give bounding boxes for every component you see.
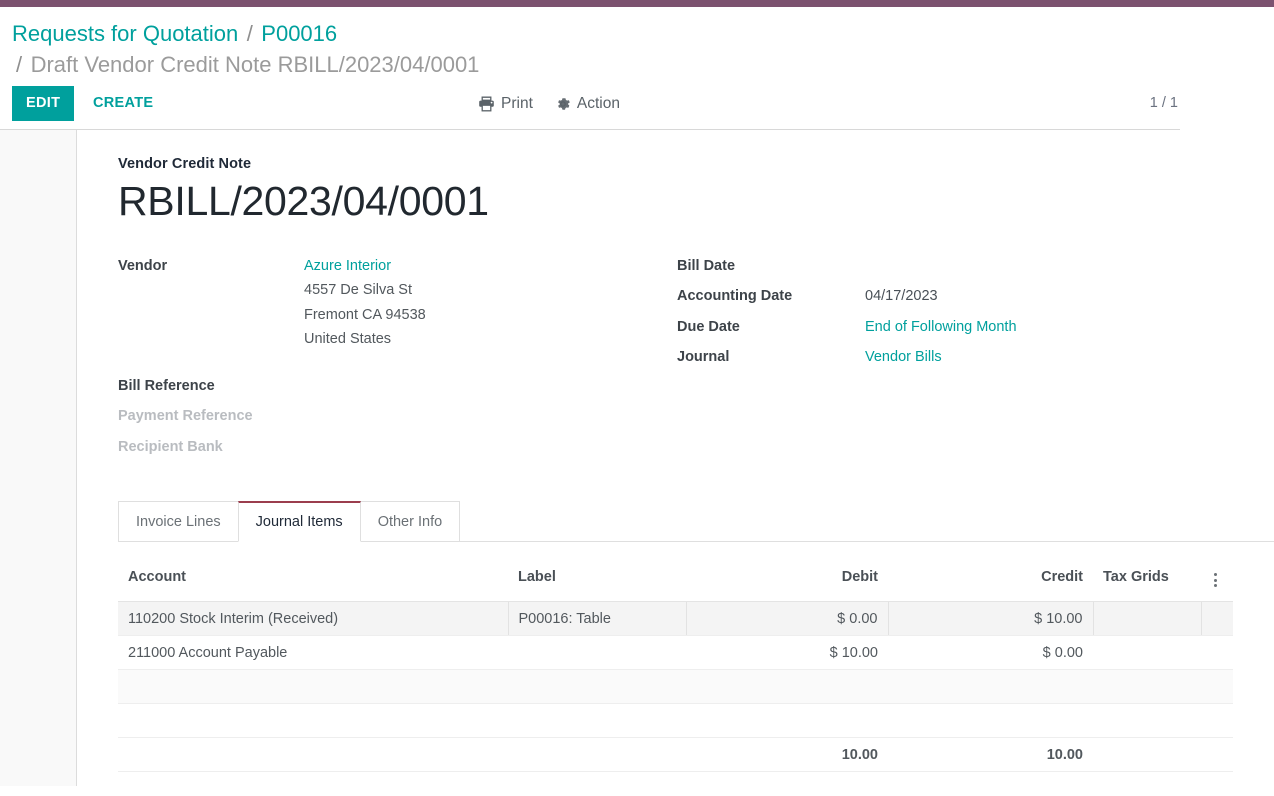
field-recipient-bank: Recipient Bank	[118, 435, 677, 460]
edit-button[interactable]: EDIT	[12, 86, 74, 121]
field-bill-date-label: Bill Date	[677, 254, 865, 279]
cell-debit[interactable]: $ 10.00	[686, 636, 888, 670]
print-button-label: Print	[501, 95, 533, 113]
table-totals-row: 10.00 10.00	[118, 738, 1233, 772]
record-pager[interactable]: 1 / 1	[1150, 86, 1180, 121]
breadcrumb-line-2: / Draft Vendor Credit Note RBILL/2023/04…	[12, 49, 1274, 80]
gear-icon	[555, 96, 571, 112]
cell-tax-grids[interactable]	[1093, 602, 1201, 636]
field-bill-reference-label: Bill Reference	[118, 374, 304, 399]
app-body: Vendor Credit Note RBILL/2023/04/0001 Ve…	[0, 130, 1274, 786]
page-title: RBILL/2023/04/0001	[118, 178, 1274, 225]
field-accounting-date-value[interactable]: 04/17/2023	[865, 284, 938, 309]
table-spacer-row	[118, 704, 1233, 738]
field-vendor-value-group: Azure Interior 4557 De Silva St Fremont …	[304, 254, 426, 352]
breadcrumb-root-link[interactable]: Requests for Quotation	[12, 21, 238, 46]
cell-label[interactable]: P00016: Table	[508, 602, 686, 636]
cell-spacer	[1201, 602, 1233, 636]
cell-debit[interactable]: $ 0.00	[686, 602, 888, 636]
field-due-date-label: Due Date	[677, 315, 865, 340]
action-button-label: Action	[577, 95, 620, 113]
optional-columns-header	[1201, 558, 1233, 602]
breadcrumb-parent-link[interactable]: P00016	[261, 21, 337, 46]
tab-invoice-lines[interactable]: Invoice Lines	[118, 501, 239, 542]
field-vendor: Vendor Azure Interior 4557 De Silva St F…	[118, 254, 677, 352]
notebook: Invoice Lines Journal Items Other Info A…	[118, 501, 1274, 772]
control-panel-buttons: EDIT CREATE Print	[0, 86, 1180, 130]
journal-items-body: 110200 Stock Interim (Received) P00016: …	[118, 602, 1233, 772]
vendor-address-line-3: United States	[304, 327, 426, 352]
breadcrumb-separator-1: /	[243, 21, 257, 46]
notebook-tabs: Invoice Lines Journal Items Other Info	[118, 501, 1274, 542]
table-empty-row	[118, 670, 1233, 704]
control-panel: Requests for Quotation / P00016 / Draft …	[0, 7, 1274, 130]
field-journal: Journal Vendor Bills	[677, 345, 1197, 370]
total-credit: 10.00	[888, 738, 1093, 772]
control-panel-actions: Print Action	[478, 86, 620, 121]
column-header-account[interactable]: Account	[118, 558, 508, 602]
field-bill-reference: Bill Reference	[118, 374, 677, 399]
total-debit: 10.00	[686, 738, 888, 772]
breadcrumb-separator-2: /	[12, 52, 26, 77]
breadcrumb-current-record: Draft Vendor Credit Note RBILL/2023/04/0…	[31, 52, 480, 77]
cell-tax-grids[interactable]	[1093, 636, 1201, 670]
printer-icon	[478, 96, 495, 112]
column-header-tax-grids[interactable]: Tax Grids	[1093, 558, 1201, 602]
app-top-bar	[0, 0, 1274, 7]
kebab-menu-icon[interactable]	[1211, 571, 1220, 589]
vendor-address-line-1: 4557 De Silva St	[304, 278, 426, 303]
field-due-date: Due Date End of Following Month	[677, 315, 1197, 340]
form-column-right: Bill Date Accounting Date 04/17/2023 Due…	[677, 254, 1197, 466]
form-sheet: Vendor Credit Note RBILL/2023/04/0001 Ve…	[77, 130, 1274, 786]
cell-account[interactable]: 110200 Stock Interim (Received)	[118, 602, 508, 636]
column-header-debit[interactable]: Debit	[686, 558, 888, 602]
tab-journal-items[interactable]: Journal Items	[238, 501, 361, 542]
field-payment-reference-label: Payment Reference	[118, 404, 304, 429]
field-vendor-value[interactable]: Azure Interior	[304, 254, 426, 279]
field-payment-reference: Payment Reference	[118, 404, 677, 429]
table-header-row: Account Label Debit Credit Tax Grids	[118, 558, 1233, 602]
journal-items-table: Account Label Debit Credit Tax Grids 110…	[118, 558, 1233, 772]
vendor-address-line-2: Fremont CA 94538	[304, 303, 426, 328]
field-accounting-date-label: Accounting Date	[677, 284, 865, 309]
field-bill-date: Bill Date	[677, 254, 1197, 279]
field-accounting-date: Accounting Date 04/17/2023	[677, 284, 1197, 309]
form-column-left: Vendor Azure Interior 4557 De Silva St F…	[118, 254, 677, 466]
cell-spacer	[1201, 636, 1233, 670]
breadcrumb-line-1: Requests for Quotation / P00016	[12, 18, 1274, 49]
tab-other-info[interactable]: Other Info	[360, 501, 460, 542]
field-recipient-bank-label: Recipient Bank	[118, 435, 304, 460]
form-fields: Vendor Azure Interior 4557 De Silva St F…	[118, 254, 1274, 466]
action-button[interactable]: Action	[555, 95, 620, 113]
field-journal-label: Journal	[677, 345, 865, 370]
column-header-label[interactable]: Label	[508, 558, 686, 602]
cell-credit[interactable]: $ 10.00	[888, 602, 1093, 636]
cell-credit[interactable]: $ 0.00	[888, 636, 1093, 670]
create-button[interactable]: CREATE	[83, 86, 163, 121]
form-subtitle: Vendor Credit Note	[118, 156, 1274, 172]
left-gutter	[0, 130, 77, 786]
field-due-date-value[interactable]: End of Following Month	[865, 315, 1017, 340]
field-journal-value[interactable]: Vendor Bills	[865, 345, 942, 370]
table-row[interactable]: 110200 Stock Interim (Received) P00016: …	[118, 602, 1233, 636]
breadcrumb: Requests for Quotation / P00016 / Draft …	[0, 7, 1274, 80]
field-vendor-label: Vendor	[118, 254, 304, 279]
cell-label[interactable]	[508, 636, 686, 670]
cell-account[interactable]: 211000 Account Payable	[118, 636, 508, 670]
column-header-credit[interactable]: Credit	[888, 558, 1093, 602]
print-button[interactable]: Print	[478, 95, 533, 113]
table-row[interactable]: 211000 Account Payable $ 10.00 $ 0.00	[118, 636, 1233, 670]
